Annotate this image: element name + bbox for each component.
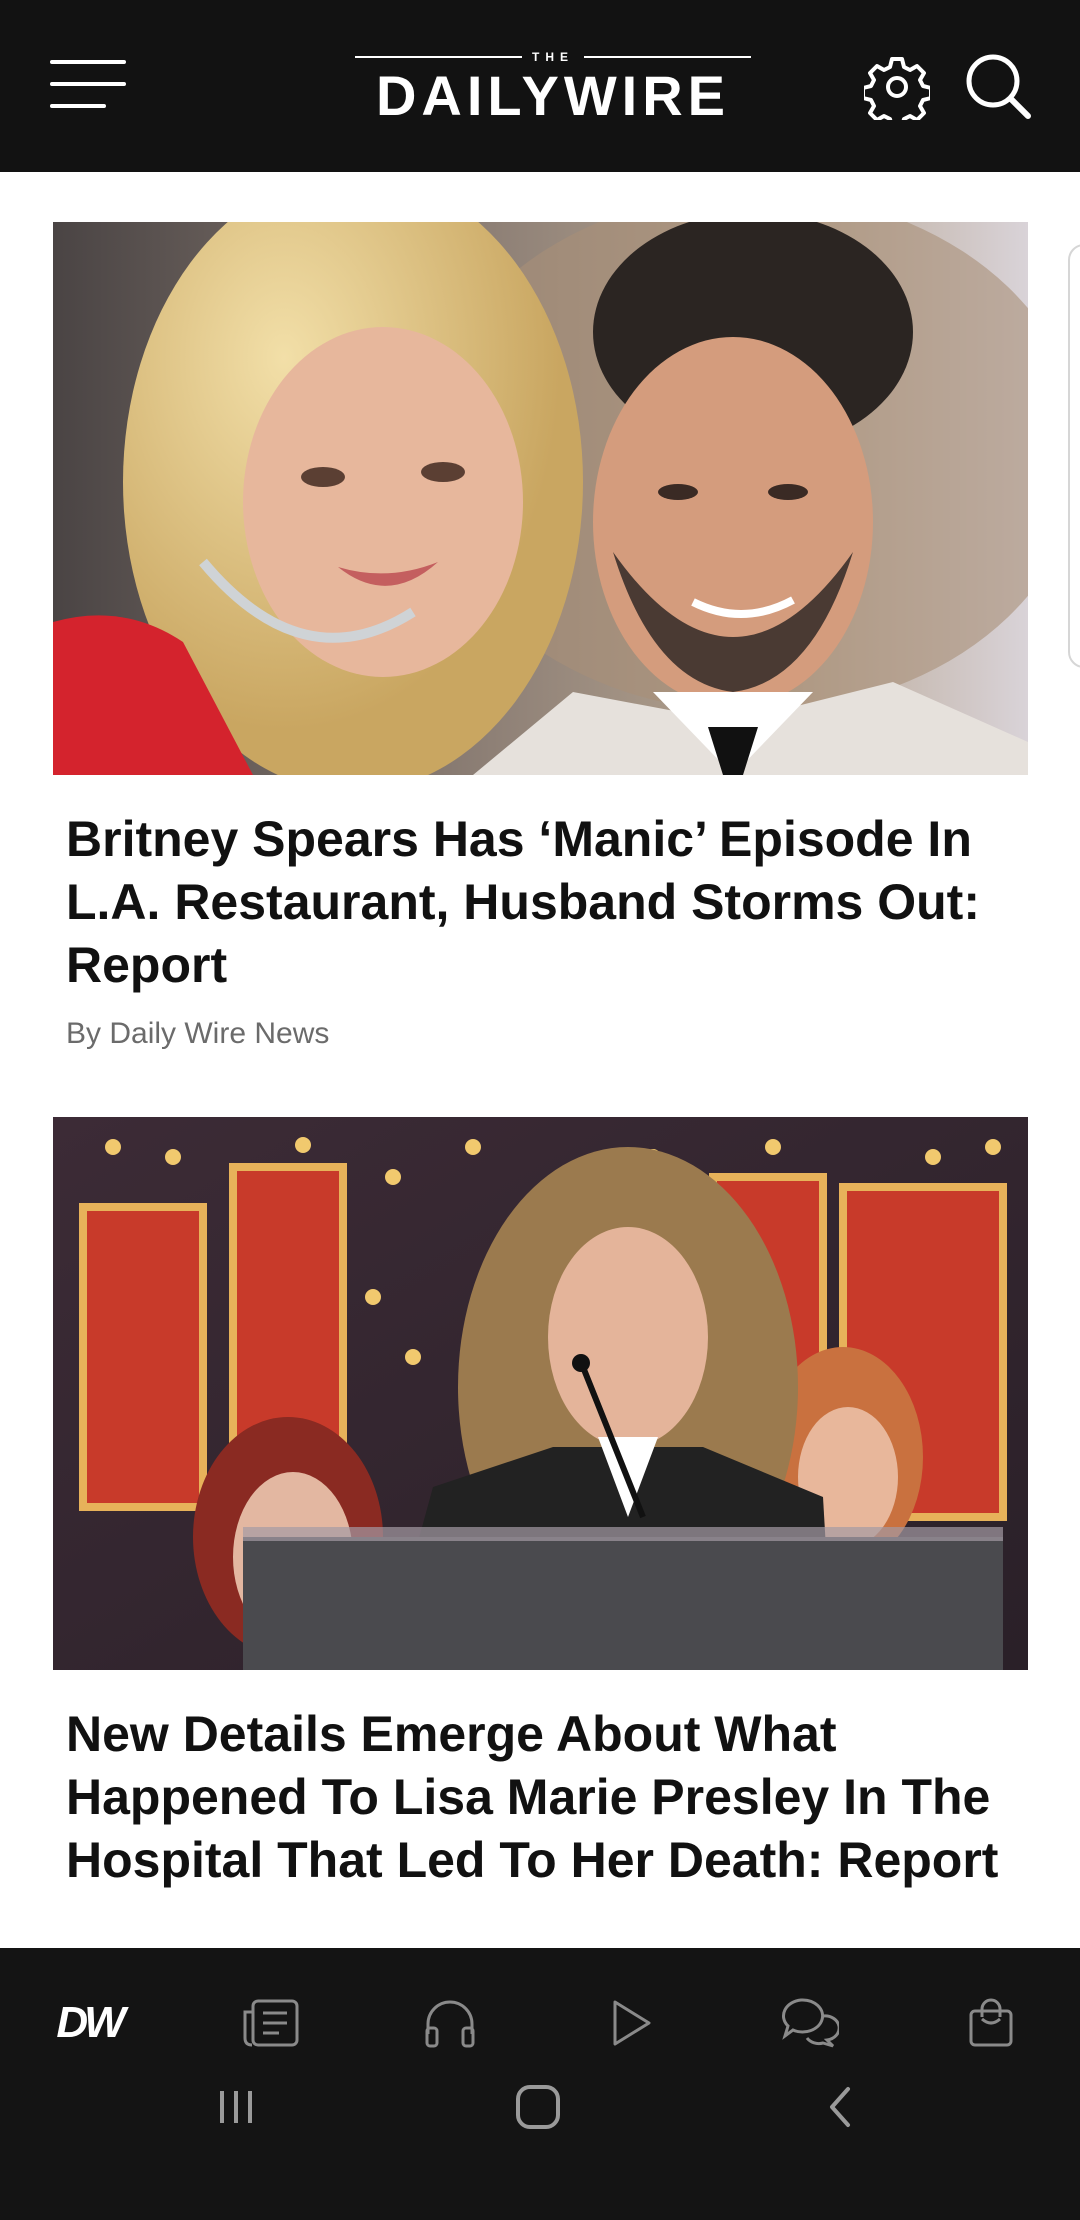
daily-wire-logo[interactable]: THE DAILYWIRE (355, 50, 751, 127)
article-image-lisa-marie[interactable] (53, 1117, 1028, 1670)
article-image-britney[interactable] (53, 222, 1028, 775)
article-title-2[interactable]: New Details Emerge About What Happened T… (66, 1703, 1046, 1892)
article-feed[interactable]: Britney Spears Has ‘Manic’ Episode In L.… (0, 172, 1080, 1948)
headphones-icon[interactable] (405, 1988, 495, 2058)
article-author-1: By Daily Wire News (66, 1017, 330, 1050)
recent-apps-icon[interactable] (196, 2072, 276, 2142)
photo-couple (53, 222, 1028, 775)
photo-elvis-stage (53, 1117, 1028, 1670)
side-panel-peek[interactable] (1068, 244, 1080, 668)
logo-the-text: THE (532, 50, 574, 64)
home-logo[interactable]: DW (44, 1988, 134, 2058)
article-title-1[interactable]: Britney Spears Has ‘Manic’ Episode In L.… (66, 808, 1046, 997)
top-header: THE DAILYWIRE (0, 0, 1080, 172)
gear-icon[interactable] (861, 54, 933, 129)
articles-icon[interactable] (226, 1988, 316, 2058)
dw-logo-text: DW (56, 1998, 125, 2047)
menu-icon[interactable] (50, 58, 126, 110)
logo-wordmark: DAILYWIRE (375, 64, 731, 127)
home-icon[interactable] (498, 2072, 578, 2142)
chat-icon[interactable] (764, 1988, 854, 2058)
back-icon[interactable] (800, 2072, 880, 2142)
logo-the-line: THE (355, 50, 751, 64)
shop-bag-icon[interactable] (946, 1988, 1036, 2058)
search-icon[interactable] (964, 52, 1032, 120)
play-icon[interactable] (585, 1988, 675, 2058)
